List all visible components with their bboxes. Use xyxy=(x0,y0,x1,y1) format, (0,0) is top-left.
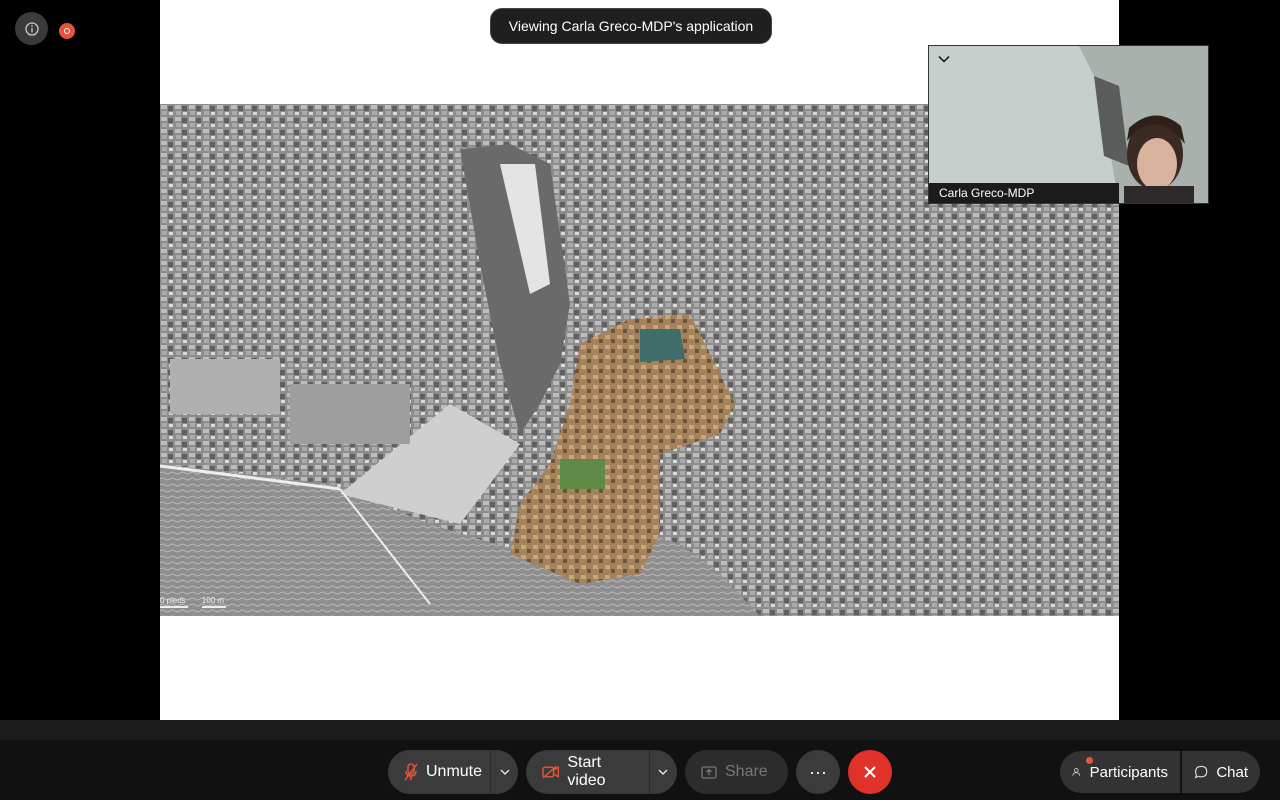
chevron-down-icon xyxy=(499,769,510,776)
share-label: Share xyxy=(725,763,768,780)
more-icon: ··· xyxy=(809,761,827,782)
unmute-button[interactable]: Unmute xyxy=(388,750,490,794)
meeting-info-button[interactable] xyxy=(15,12,48,45)
chevron-down-icon[interactable] xyxy=(937,52,951,66)
start-video-button-group: Start video xyxy=(526,750,677,794)
chat-icon xyxy=(1194,765,1208,779)
chat-label: Chat xyxy=(1216,763,1248,781)
toolbar-strip xyxy=(0,720,1280,740)
participant-name-label: Carla Greco-MDP xyxy=(929,183,1119,203)
share-button[interactable]: Share xyxy=(685,750,788,794)
end-call-button[interactable] xyxy=(848,750,892,794)
participants-notification-dot xyxy=(1086,757,1093,764)
close-icon xyxy=(864,766,876,778)
audio-options-caret[interactable] xyxy=(491,750,518,794)
participant-video-tile[interactable]: Carla Greco-MDP xyxy=(928,45,1209,204)
participants-button[interactable]: Participants xyxy=(1060,751,1180,793)
chat-button[interactable]: Chat xyxy=(1182,751,1260,793)
participants-label: Participants xyxy=(1089,763,1168,781)
start-video-button[interactable]: Start video xyxy=(526,750,649,794)
more-options-button[interactable]: ··· xyxy=(796,750,840,794)
start-video-label: Start video xyxy=(567,754,606,789)
unmute-button-group: Unmute xyxy=(388,750,518,794)
recording-icon[interactable] xyxy=(59,23,75,39)
info-icon xyxy=(24,21,39,36)
chevron-down-icon xyxy=(658,769,668,776)
share-button-content: Share xyxy=(685,750,776,794)
share-icon xyxy=(701,766,717,779)
mic-muted-icon xyxy=(404,763,418,781)
scale-label-feet: 0 pieds xyxy=(160,596,188,608)
video-off-icon xyxy=(542,765,560,779)
viewing-application-banner: Viewing Carla Greco-MDP's application xyxy=(490,8,772,44)
video-options-caret[interactable] xyxy=(650,750,677,794)
participant-video-feed xyxy=(929,46,1208,203)
unmute-label: Unmute xyxy=(426,763,483,780)
map-scale-bar: 0 pieds 100 m xyxy=(160,596,227,608)
scale-label-meters: 100 m xyxy=(201,596,227,608)
participants-icon xyxy=(1072,768,1081,776)
